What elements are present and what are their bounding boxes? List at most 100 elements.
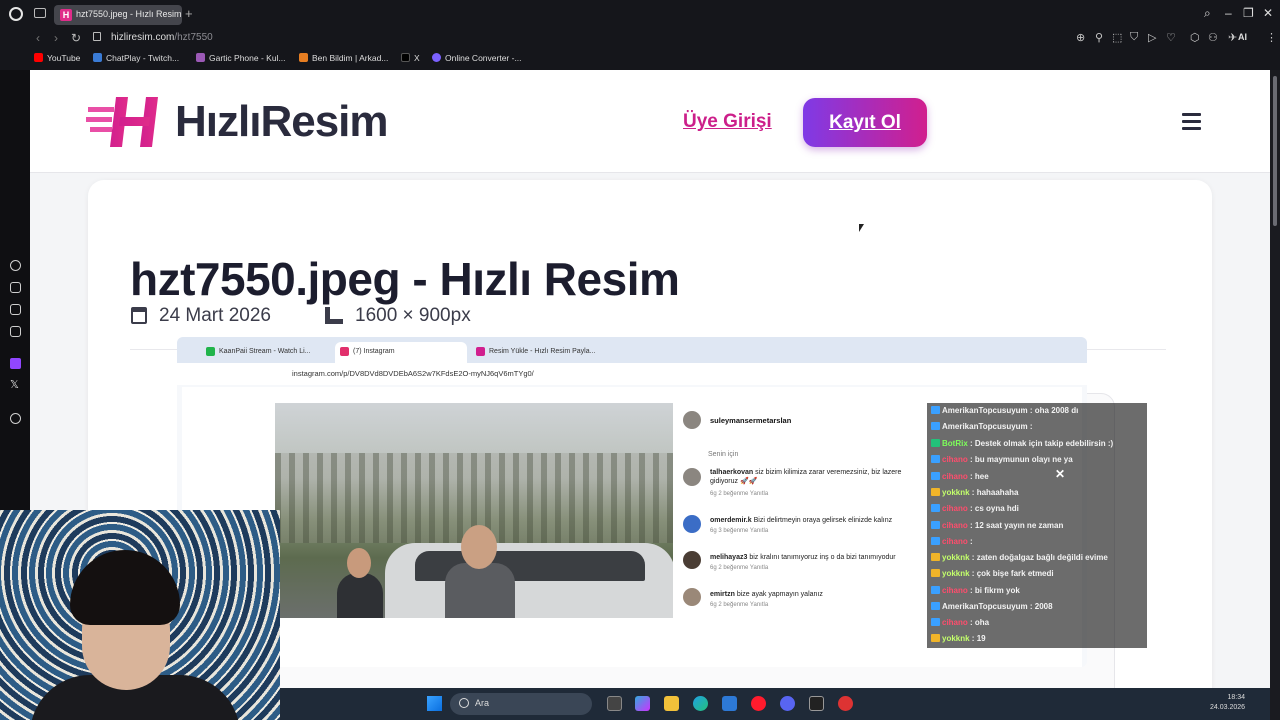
instagram-icon bbox=[340, 347, 349, 356]
chat-user: AmerikanTopcusuyum bbox=[942, 422, 1028, 431]
copilot-icon[interactable] bbox=[635, 696, 650, 711]
edge-icon[interactable] bbox=[693, 696, 708, 711]
messenger-icon[interactable] bbox=[10, 326, 21, 337]
chat-line: AmerikanTopcusuyum : 2008 bbox=[931, 602, 1053, 611]
snapshot-icon[interactable]: ⬚ bbox=[1112, 31, 1122, 44]
hamburger-menu-icon[interactable] bbox=[1182, 113, 1201, 130]
task-view-icon[interactable] bbox=[607, 696, 622, 711]
chat-msg: cs oyna hdi bbox=[974, 504, 1019, 513]
close-window-button[interactable]: ✕ bbox=[1263, 6, 1273, 20]
back-icon[interactable]: ‹ bbox=[36, 31, 40, 45]
aria-ai-label[interactable]: AI bbox=[1238, 32, 1247, 42]
file-explorer-icon[interactable] bbox=[664, 696, 679, 711]
site-logo-text[interactable]: HızlıResim bbox=[175, 97, 389, 147]
discord-icon[interactable] bbox=[780, 696, 795, 711]
heart-icon[interactable]: ♡ bbox=[1166, 31, 1176, 44]
comment-text: biz kralını tanımıyoruz inş o da bizi ta… bbox=[749, 554, 896, 561]
close-icon[interactable]: ✕ bbox=[1055, 467, 1065, 481]
twitch-icon[interactable] bbox=[10, 358, 21, 369]
webcam-overlay bbox=[0, 510, 280, 720]
profile-icon[interactable]: ⚇ bbox=[1208, 31, 1218, 44]
comment-meta: 6g 2 beğenme Yanıtla bbox=[710, 602, 769, 608]
bookmark-gartic[interactable]: Gartic Phone - Kul... bbox=[196, 53, 286, 63]
menu-icon[interactable]: ⋮ bbox=[1266, 31, 1277, 44]
hizliresim-logo-icon[interactable] bbox=[86, 95, 166, 149]
url-field[interactable]: hizliresim.com/hzt7550 bbox=[111, 32, 213, 43]
tab-overview-icon[interactable] bbox=[34, 8, 46, 18]
chat-line: cihano : cs oyna hdi bbox=[931, 504, 1019, 513]
bookmark-chatplay[interactable]: ChatPlay - Twitch... bbox=[93, 53, 179, 63]
bookmark-online-converter[interactable]: Online Converter -... bbox=[432, 53, 522, 63]
lock-icon[interactable] bbox=[93, 32, 101, 41]
windows-start-icon[interactable] bbox=[427, 696, 442, 711]
opera-logo-icon[interactable] bbox=[9, 7, 23, 21]
forward-icon[interactable]: › bbox=[54, 31, 58, 45]
x-icon bbox=[401, 53, 410, 62]
tab-active[interactable]: H hzt7550.jpeg - Hızlı Resim bbox=[54, 5, 182, 25]
maximize-button[interactable]: ❐ bbox=[1243, 6, 1254, 20]
windows-taskbar: Ara 18:34 24.03.2026 bbox=[280, 688, 1280, 720]
login-link[interactable]: Üye Girişi bbox=[683, 111, 772, 133]
pin-icon[interactable]: ⚲ bbox=[1095, 31, 1103, 44]
bookmark-label: Online Converter -... bbox=[445, 53, 522, 63]
chat-line: BotRix : Destek olmak için takip edebili… bbox=[931, 439, 1113, 448]
chat-msg: hee bbox=[974, 472, 989, 481]
steam-icon[interactable] bbox=[809, 696, 824, 711]
avatar bbox=[683, 588, 701, 606]
comment-user: omerdemir.k bbox=[710, 517, 752, 524]
crypto-wallet-icon[interactable] bbox=[10, 304, 21, 315]
app-icon[interactable] bbox=[838, 696, 853, 711]
instagram-comments: suleymansermetarslan Senin için talhaerk… bbox=[673, 403, 956, 618]
chat-user: BotRix bbox=[942, 439, 968, 448]
play-icon[interactable]: ▷ bbox=[1148, 31, 1156, 44]
search-tabs-icon[interactable]: ⌕ bbox=[1204, 6, 1211, 21]
taskbar-clock[interactable]: 18:34 24.03.2026 bbox=[1210, 693, 1245, 713]
shield-icon[interactable]: ⛉ bbox=[1130, 31, 1138, 44]
video-person-center bbox=[445, 525, 515, 618]
chat-line: yokknk : zaten doğalgaz bağlı değildi ev… bbox=[931, 553, 1108, 562]
chatplay-icon bbox=[93, 53, 102, 62]
hizliresim-icon bbox=[476, 347, 485, 356]
bookmark-x[interactable]: X bbox=[401, 53, 420, 63]
page-scrollbar[interactable] bbox=[1270, 70, 1280, 720]
opera-taskbar-icon[interactable] bbox=[751, 696, 766, 711]
chat-user: cihano bbox=[942, 537, 968, 546]
bookmark-label: X bbox=[414, 53, 420, 63]
scroll-thumb[interactable] bbox=[1273, 76, 1277, 226]
dimensions-icon bbox=[325, 307, 343, 324]
clock-icon[interactable] bbox=[10, 413, 21, 424]
comment-filter: Senin için bbox=[708, 451, 739, 458]
image-tab-kaanpaii: KaanPaii Stream - Watch Li... bbox=[201, 342, 329, 363]
bookmark-ben-bildim[interactable]: Ben Bildim | Arkad... bbox=[299, 53, 388, 63]
taskbar-search[interactable]: Ara bbox=[450, 693, 592, 715]
image-dimensions: 1600 × 900px bbox=[355, 305, 471, 326]
chat-user: cihano bbox=[942, 521, 968, 530]
reload-icon[interactable]: ↻ bbox=[71, 31, 81, 45]
signup-button[interactable]: Kayıt Ol bbox=[803, 98, 927, 147]
comment-3: melihayaz3 biz kralını tanımıyoruz inş o… bbox=[710, 553, 920, 562]
chat-msg: oha bbox=[974, 618, 990, 627]
comment-meta: 6g 2 beğenme Yanıtla bbox=[710, 565, 769, 571]
minimize-button[interactable]: – bbox=[1225, 6, 1232, 20]
store-icon[interactable] bbox=[722, 696, 737, 711]
x-sidebar-icon[interactable]: 𝕏 bbox=[10, 378, 19, 391]
zoom-icon[interactable]: ⊕ bbox=[1076, 31, 1085, 44]
chat-msg: Destek olmak için takip edebilirsin :) bbox=[974, 439, 1114, 448]
bookmark-youtube[interactable]: YouTube bbox=[34, 53, 80, 63]
kick-icon bbox=[206, 347, 215, 356]
new-tab-button[interactable]: + bbox=[185, 6, 193, 21]
chat-user: yokknk bbox=[942, 553, 970, 562]
chat-line: cihano : bbox=[931, 537, 973, 546]
comment-2: omerdemir.k Bizi delirtmeyin oraya gelir… bbox=[710, 516, 920, 525]
pinboard-icon[interactable] bbox=[10, 282, 21, 293]
clock-time: 18:34 bbox=[1227, 694, 1246, 701]
ai-send-icon[interactable]: ✈ bbox=[1228, 31, 1237, 44]
converter-icon bbox=[432, 53, 441, 62]
youtube-icon bbox=[34, 53, 43, 62]
image-tab-label: Resim Yükle - Hızlı Resim Payla... bbox=[489, 348, 596, 355]
history-icon[interactable] bbox=[10, 260, 21, 271]
extensions-icon[interactable]: ⬡ bbox=[1190, 31, 1200, 44]
chat-line: AmerikanTopcusuyum : oha 2008 dı bbox=[931, 406, 1078, 415]
bookmarks-bar: YouTube ChatPlay - Twitch... Gartic Phon… bbox=[0, 50, 1280, 70]
image-title: hzt7550.jpeg - Hızlı Resim bbox=[130, 253, 680, 305]
